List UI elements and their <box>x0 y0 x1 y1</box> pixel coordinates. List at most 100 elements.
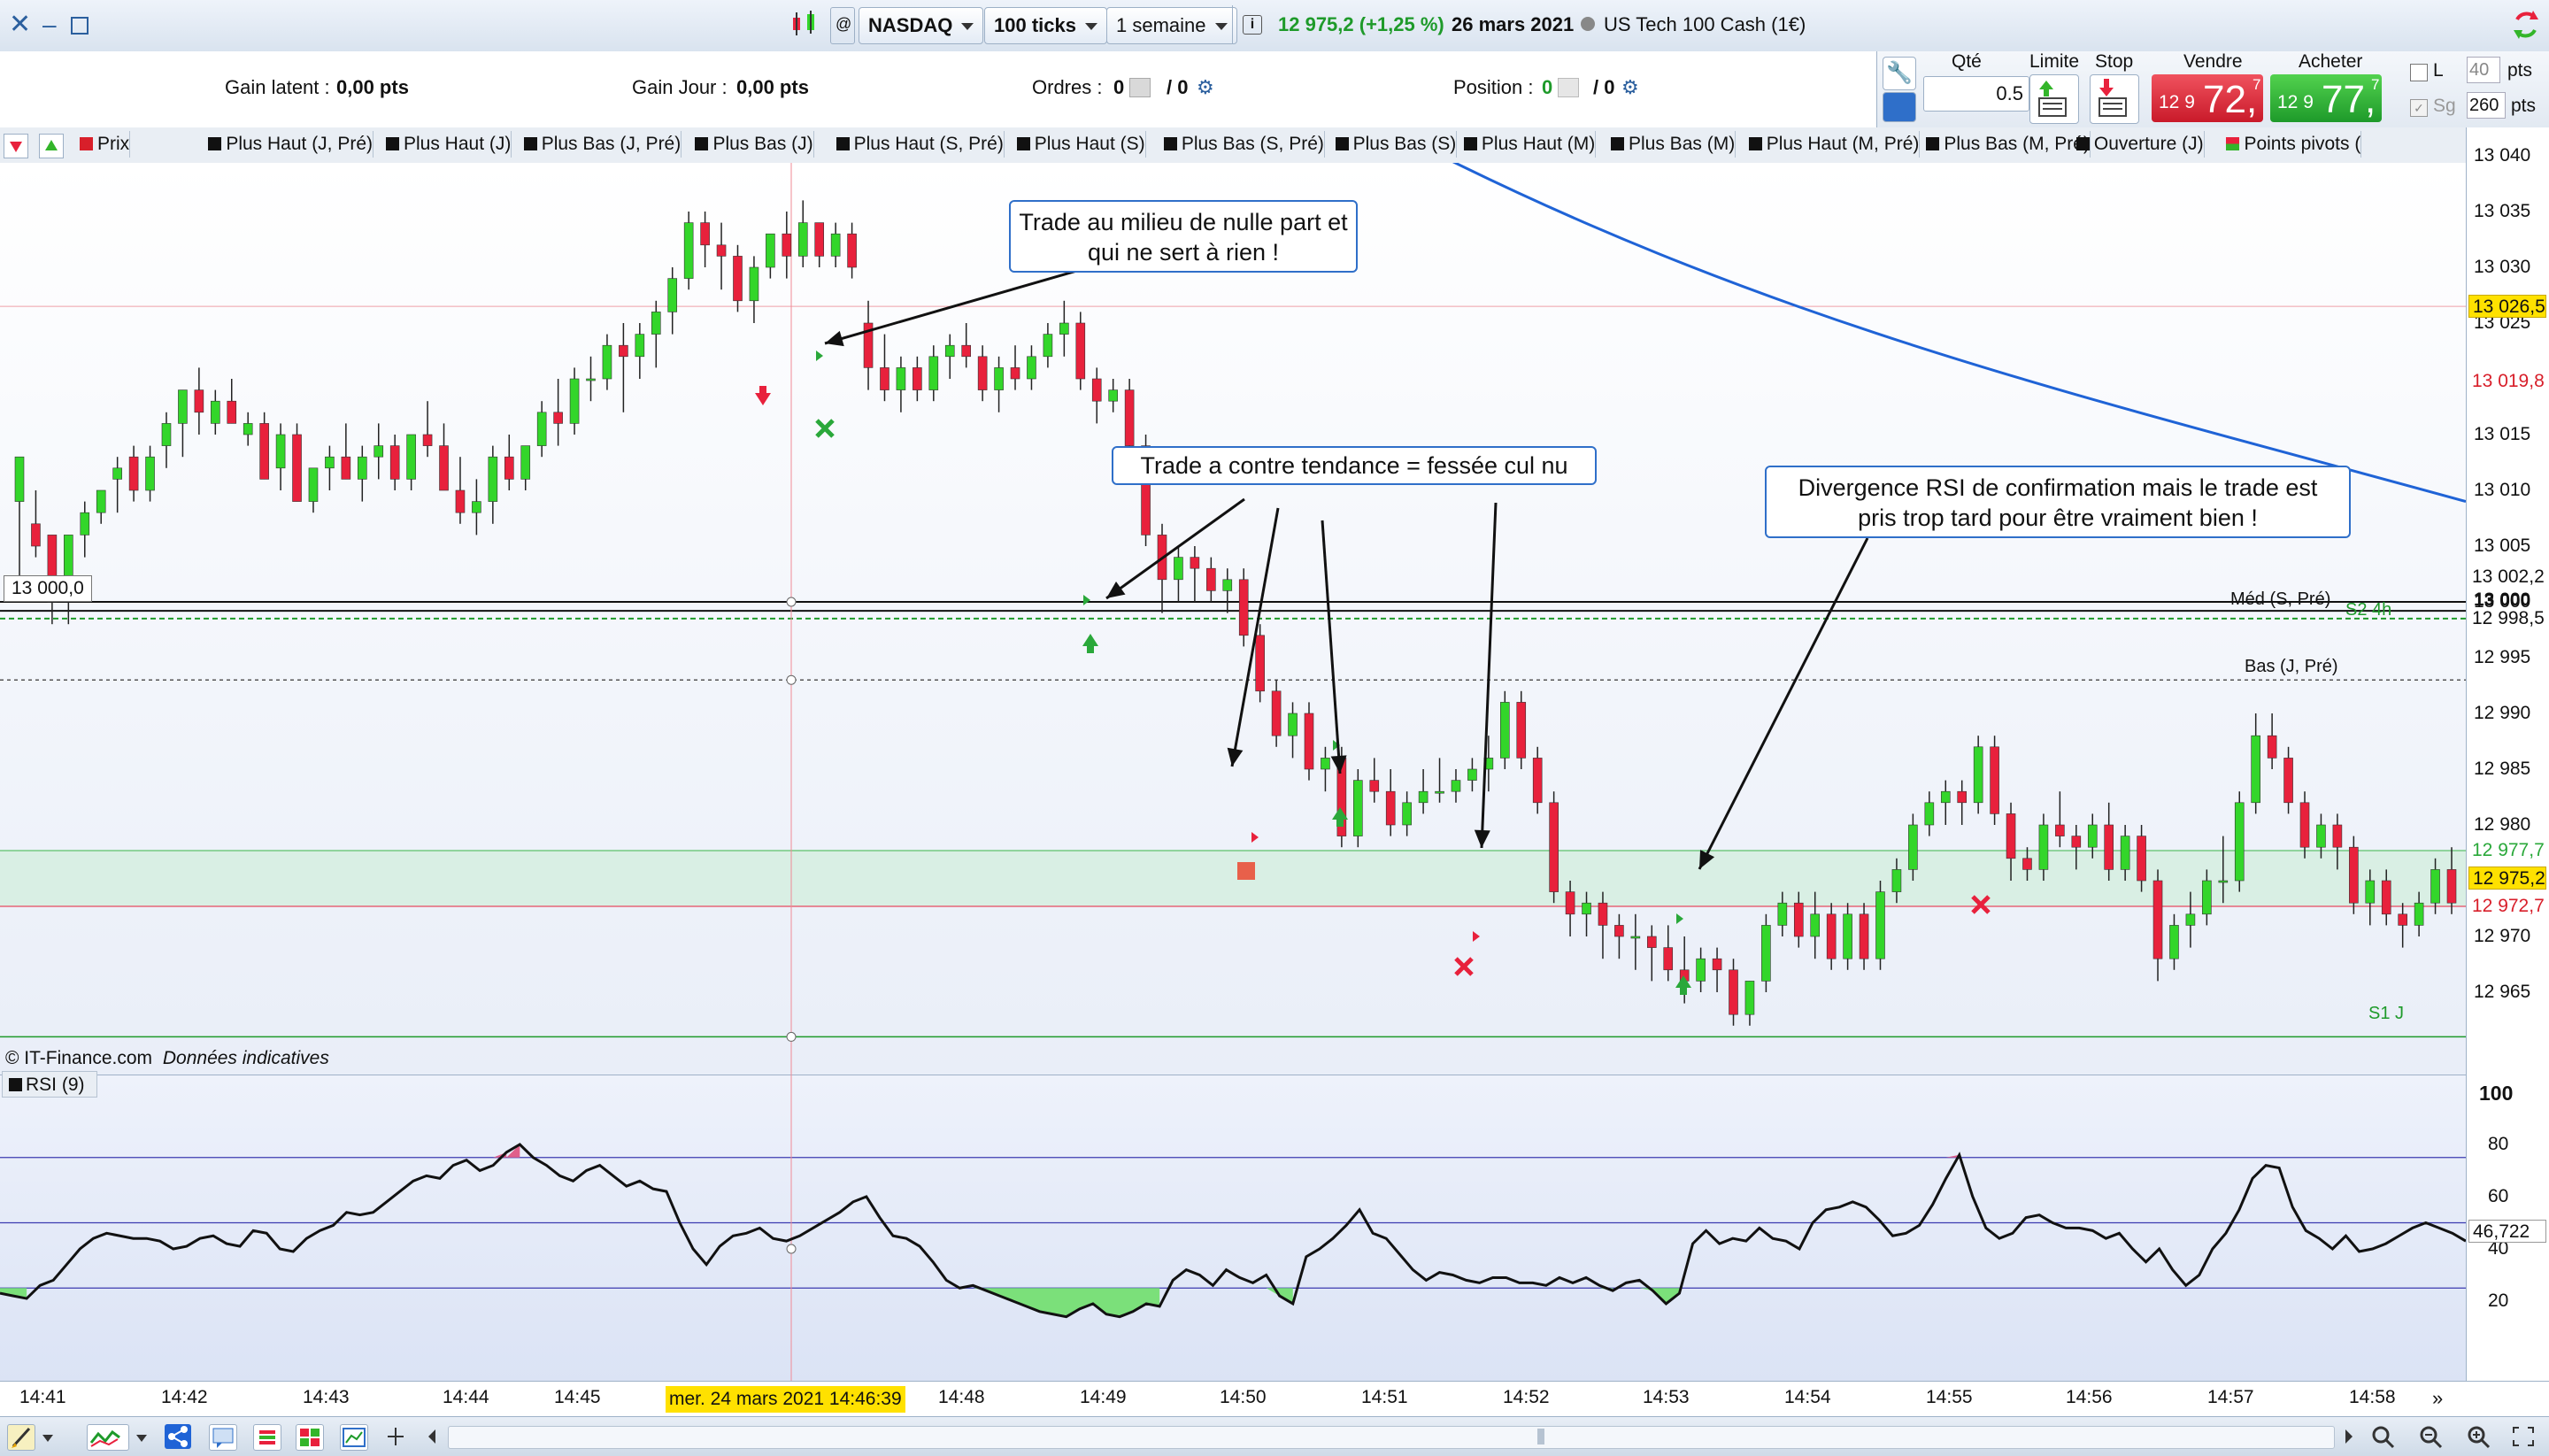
price-chart[interactable] <box>0 163 2466 1075</box>
candle-body <box>782 233 792 257</box>
indicator-dropdown-icon[interactable] <box>133 1424 159 1449</box>
candle-body <box>2299 802 2310 848</box>
candle-body <box>733 256 743 302</box>
indicator-tab[interactable]: Plus Bas (J) <box>688 131 814 158</box>
candle-body <box>1288 713 1298 736</box>
rsi-tick-label: 80 <box>2488 1134 2509 1154</box>
indicator-tab[interactable]: Plus Bas (M) <box>1604 131 1737 158</box>
close-position-icon[interactable] <box>1558 78 1579 97</box>
wrench-icon[interactable]: 🔧 <box>1883 57 1916 90</box>
scroll-right-arrow-icon[interactable] <box>2338 1424 2358 1449</box>
cursor-time-tag: mer. 24 mars 2021 14:46:39 <box>666 1386 905 1413</box>
indicator-tab[interactable]: Plus Bas (J, Pré) <box>517 131 682 158</box>
chart-window-icon[interactable] <box>340 1424 368 1451</box>
candle-body <box>504 456 514 480</box>
close-icon[interactable]: ✕ <box>9 7 34 42</box>
sg-input[interactable] <box>2467 92 2506 119</box>
candle-body <box>2202 880 2212 915</box>
position-settings-icon[interactable]: ⚙ <box>1621 76 1639 99</box>
zoom-out-icon[interactable] <box>2418 1424 2445 1449</box>
candle-body <box>2169 925 2179 959</box>
indicator-tab[interactable]: Ouverture (J) <box>2069 131 2205 158</box>
market-select[interactable]: NASDAQ <box>859 7 984 44</box>
candle-body <box>1418 790 1429 804</box>
zoom-in-icon[interactable] <box>2466 1424 2492 1449</box>
indicator-tab[interactable]: Plus Bas (M, Pré) <box>1919 131 2091 158</box>
interval-select[interactable]: 100 ticks <box>984 7 1107 44</box>
indicator-tab-label: Plus Bas (S) <box>1352 134 1457 154</box>
price-tick-label: 13 030 <box>2474 257 2531 277</box>
candle-body <box>292 434 302 502</box>
link-icon[interactable]: @ <box>830 7 855 44</box>
indicator-tab[interactable]: Plus Bas (S, Pré) <box>1157 131 1325 158</box>
candle-body <box>1516 702 1527 759</box>
stop-order-button[interactable] <box>2090 74 2139 124</box>
interval-label: 100 ticks <box>994 14 1076 36</box>
position-label: Position : <box>1453 76 1534 98</box>
price-tick-label: 13 040 <box>2474 145 2531 166</box>
indicator-tab[interactable]: Plus Haut (S, Pré) <box>829 131 1005 158</box>
ordres-settings-icon[interactable]: ⚙ <box>1197 76 1214 99</box>
scrollbar-thumb[interactable] <box>1537 1429 1544 1444</box>
info-icon[interactable]: i <box>1243 7 1264 42</box>
indicator-tab[interactable]: Plus Haut (S) <box>1010 131 1146 158</box>
orders-grid-icon[interactable] <box>296 1424 324 1451</box>
price-change: 12 975,2 (+1,25 %) <box>1278 13 1444 35</box>
indicator-tab[interactable]: Prix <box>73 131 131 158</box>
crosshair-icon[interactable] <box>382 1424 409 1449</box>
drawing-dropdown-icon[interactable] <box>39 1424 65 1449</box>
candle-body <box>422 434 433 446</box>
indicator-tab-label: Plus Bas (J, Pré) <box>541 134 682 154</box>
annotation-counter-trend-text: Trade a contre tendance = fessée cul nu <box>1140 452 1568 479</box>
zoom-fit-icon[interactable] <box>2370 1424 2397 1449</box>
rsi-tab[interactable]: RSI (9) <box>2 1071 97 1098</box>
indicator-tab[interactable]: Plus Bas (S) <box>1328 131 1458 158</box>
indicator-tab[interactable]: Plus Haut (J, Pré) <box>201 131 374 158</box>
sell-button[interactable]: 12 9 72, 7 <box>2152 74 2263 122</box>
indicator-color-swatch <box>1163 137 1177 150</box>
time-tick-label: 14:57 <box>2207 1387 2254 1407</box>
l-input[interactable] <box>2467 57 2500 83</box>
collapse-down-icon[interactable] <box>4 134 28 158</box>
rsi-chart[interactable] <box>0 1075 2466 1381</box>
scroll-left-icon[interactable] <box>423 1424 443 1449</box>
minimize-icon[interactable]: – <box>42 7 64 42</box>
candle <box>1875 881 1885 970</box>
indicator-tab[interactable]: Points pivots ( <box>2219 131 2362 158</box>
maximize-icon[interactable] <box>71 7 92 42</box>
candle-body <box>1304 713 1314 770</box>
expand-up-icon[interactable] <box>39 134 64 158</box>
fullscreen-icon[interactable] <box>2510 1424 2537 1449</box>
drawing-tool-icon[interactable] <box>7 1424 35 1451</box>
data-note: Données indicatives <box>162 1048 329 1068</box>
candle-body <box>569 378 580 424</box>
refresh-icon[interactable] <box>2510 7 2542 42</box>
indicator-tab[interactable]: Plus Haut (J) <box>379 131 512 158</box>
cancel-orders-icon[interactable] <box>1129 78 1151 97</box>
comment-icon[interactable] <box>209 1424 237 1451</box>
sell-price-main: 72, <box>2203 78 2258 121</box>
horizontal-scrollbar[interactable] <box>448 1426 2335 1449</box>
keyboard-icon[interactable] <box>1883 92 1916 122</box>
entry-zone <box>0 850 2466 906</box>
price-axis[interactable]: 13 04013 03513 03013 02513 02013 01513 0… <box>2466 127 2549 1381</box>
period-select[interactable]: 1 semaine <box>1106 7 1237 44</box>
annotation-rsi-divergence-text: Divergence RSI de confirmation mais le t… <box>1798 474 2318 531</box>
sg-checkbox[interactable]: ✓ <box>2410 99 2428 117</box>
limit-order-button[interactable] <box>2029 74 2079 124</box>
scroll-right-icon[interactable]: » <box>2432 1387 2457 1412</box>
order-panel: 🔧 Qté Limite Stop Vendre 12 9 72, 7 Ache… <box>1876 51 2549 128</box>
l-checkbox[interactable] <box>2410 64 2428 81</box>
qty-input[interactable] <box>1923 76 2029 112</box>
indicator-tab[interactable]: Plus Haut (M) <box>1457 131 1597 158</box>
share-icon[interactable] <box>165 1424 191 1449</box>
indicator-icon[interactable] <box>87 1424 129 1451</box>
indicator-tab[interactable]: Plus Haut (M, Pré) <box>1742 131 1921 158</box>
list-icon[interactable] <box>253 1424 281 1451</box>
chart-type-icon[interactable] <box>788 7 823 42</box>
buy-button[interactable]: 12 9 77, 7 <box>2270 74 2382 122</box>
candle-body <box>2267 735 2277 759</box>
level-13000-tag: 13 000,0 <box>4 575 92 602</box>
time-axis[interactable]: mer. 24 mars 2021 14:46:39 » 14:41 14:42 1… <box>0 1381 2549 1417</box>
candle-body <box>194 389 204 413</box>
